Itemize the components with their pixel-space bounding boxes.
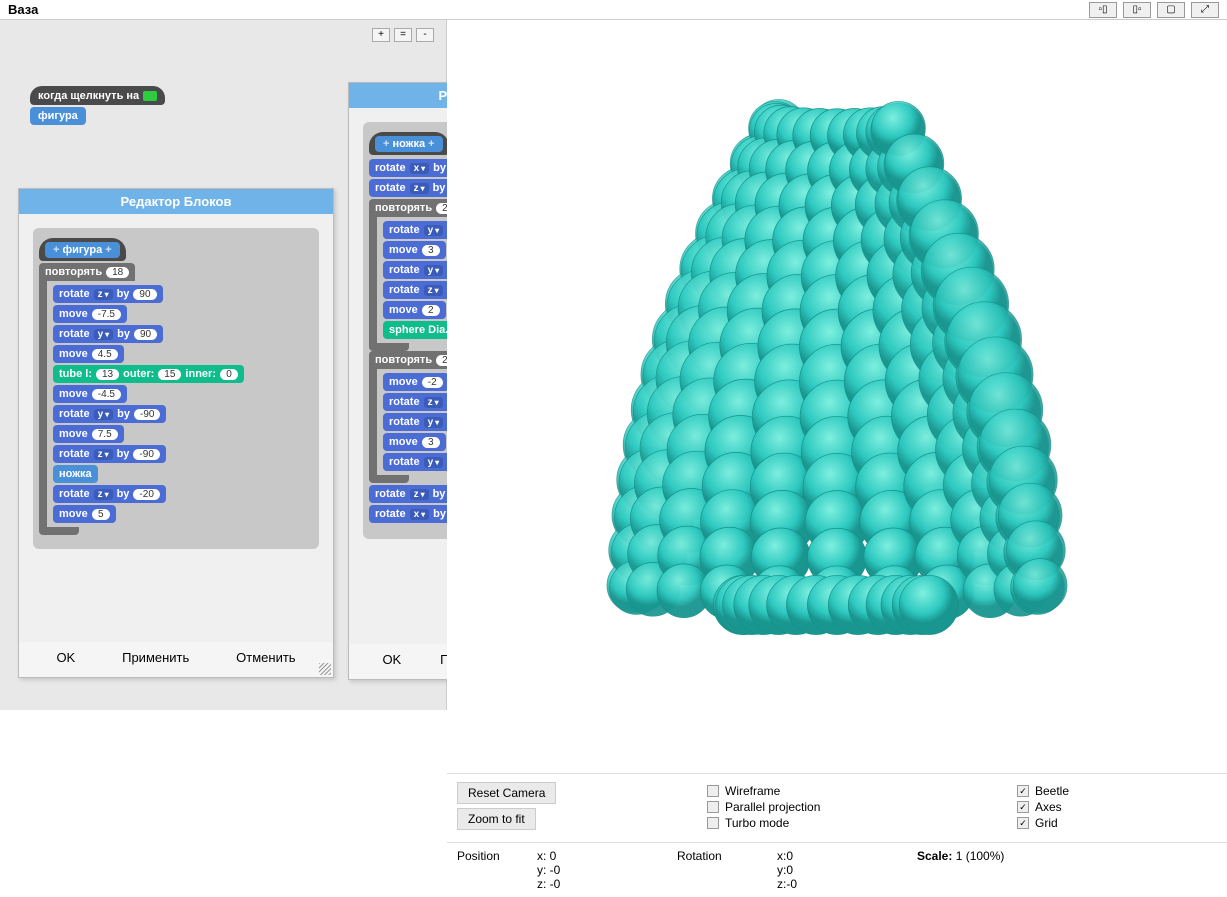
axes-checkbox[interactable]: Axes — [1017, 800, 1217, 814]
rotate-block[interactable]: rotate z by -90 — [53, 445, 166, 463]
ok-button[interactable]: OK — [56, 650, 75, 665]
dialog-body: +фигура+ повторять 18 rotate z by 90 move… — [19, 214, 333, 642]
dialog-title[interactable]: Редактор Блоков — [19, 189, 333, 214]
status-bar: Position x: 0 y: -0 z: -0 Rotation x:0 y… — [447, 842, 1227, 897]
hat-script[interactable]: когда щелкнуть на фигура — [30, 86, 165, 125]
grid-checkbox[interactable]: Grid — [1017, 816, 1217, 830]
define-hat-figura[interactable]: +фигура+ — [39, 238, 126, 261]
viewport-controls: Reset Camera Zoom to fit Wireframe Paral… — [447, 773, 1227, 842]
move-block[interactable]: move 5 — [53, 505, 116, 523]
rotation-values: x:0 y:0 z:-0 — [777, 849, 917, 891]
position-label: Position — [457, 849, 537, 891]
layout-btn-3[interactable]: ▢ — [1157, 2, 1185, 18]
move-block[interactable]: move 4.5 — [53, 345, 124, 363]
fullscreen-btn[interactable]: ⤢ — [1191, 2, 1219, 18]
move-block[interactable]: move 2 — [383, 301, 446, 319]
turbo-checkbox[interactable]: Turbo mode — [707, 816, 987, 830]
window-title: Ваза — [8, 2, 38, 17]
beetle-checkbox[interactable]: Beetle — [1017, 784, 1217, 798]
green-flag-icon — [143, 91, 157, 101]
layout-btn-1[interactable]: ▫▯ — [1089, 2, 1117, 18]
zoom-to-fit-button[interactable]: Zoom to fit — [457, 808, 536, 830]
resize-grip-icon[interactable] — [319, 663, 331, 675]
call-block[interactable]: ножка — [53, 465, 98, 483]
rotation-label: Rotation — [677, 849, 777, 891]
ok-button[interactable]: OK — [382, 652, 401, 667]
rotate-block[interactable]: rotate z by -20 — [53, 485, 166, 503]
layout-btn-2[interactable]: ▯▫ — [1123, 2, 1151, 18]
parallel-checkbox[interactable]: Parallel projection — [707, 800, 987, 814]
block-editor-dialog-1[interactable]: Редактор Блоков +фигура+ повторять 18 ro… — [18, 188, 334, 678]
move-block[interactable]: move -7.5 — [53, 305, 127, 323]
move-block[interactable]: move -2 — [383, 373, 449, 391]
when-flag-clicked-block[interactable]: когда щелкнуть на — [30, 86, 165, 105]
scale-readout: Scale: 1 (100%) — [917, 849, 1037, 891]
move-block[interactable]: move 3 — [383, 241, 446, 259]
cancel-button[interactable]: Отменить — [236, 650, 295, 665]
reset-camera-button[interactable]: Reset Camera — [457, 782, 556, 804]
rotate-block[interactable]: rotate y by -90 — [53, 405, 166, 423]
titlebar: Ваза ▫▯ ▯▫ ▢ ⤢ — [0, 0, 1227, 20]
define-hat-nozhka[interactable]: +ножка+ — [369, 132, 449, 155]
move-block[interactable]: move 7.5 — [53, 425, 124, 443]
move-block[interactable]: move -4.5 — [53, 385, 127, 403]
rotate-block[interactable]: rotate z by 90 — [53, 285, 163, 303]
position-values: x: 0 y: -0 z: -0 — [537, 849, 677, 891]
repeat-block[interactable]: повторять 18 — [39, 263, 135, 281]
tube-block[interactable]: tube l: 13 outer: 15 inner: 0 — [53, 365, 244, 383]
3d-viewport[interactable] — [447, 20, 1227, 773]
scripts-panel: + = - когда щелкнуть на фигура Редактор … — [0, 20, 446, 710]
apply-button[interactable]: Применить — [122, 650, 189, 665]
render-panel: Reset Camera Zoom to fit Wireframe Paral… — [446, 20, 1227, 710]
wireframe-checkbox[interactable]: Wireframe — [707, 784, 987, 798]
script-stack-1[interactable]: +фигура+ повторять 18 rotate z by 90 move… — [33, 228, 319, 549]
move-block[interactable]: move 3 — [383, 433, 446, 451]
call-figura-block[interactable]: фигура — [30, 107, 86, 125]
rotate-block[interactable]: rotate y by 90 — [53, 325, 163, 343]
